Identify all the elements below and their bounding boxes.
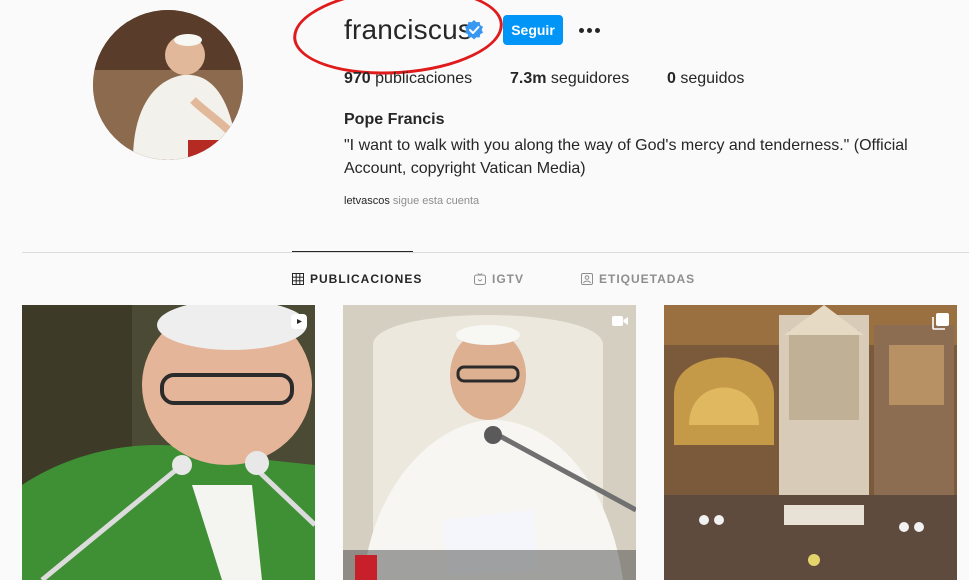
tagged-icon (581, 273, 593, 285)
more-options-icon[interactable] (574, 15, 604, 45)
tabs-divider (22, 252, 969, 253)
post-tile[interactable] (343, 305, 636, 580)
post-image (343, 305, 636, 580)
tab-igtv[interactable]: IGTV (474, 272, 524, 286)
following-stat[interactable]: 0 seguidos (667, 70, 744, 88)
followed-by-user: letvascos (344, 195, 390, 207)
tab-etiquetadas-label: ETIQUETADAS (599, 272, 696, 286)
profile-avatar[interactable] (93, 10, 243, 160)
tab-igtv-label: IGTV (492, 272, 525, 286)
tab-publicaciones[interactable]: PUBLICACIONES (292, 272, 422, 286)
posts-count: 970 (344, 70, 371, 87)
video-icon (612, 316, 628, 326)
followers-stat[interactable]: 7.3m seguidores (510, 70, 629, 88)
followers-count: 7.3m (510, 70, 547, 87)
carousel-icon (932, 313, 949, 330)
avatar-image (93, 10, 243, 160)
post-image (22, 305, 315, 580)
tab-publicaciones-label: PUBLICACIONES (310, 272, 423, 286)
follow-button[interactable]: Seguir (503, 15, 563, 45)
post-tile[interactable] (664, 305, 957, 580)
grid-icon (292, 273, 304, 285)
posts-label: publicaciones (375, 70, 473, 87)
profile-bio: "I want to walk with you along the way o… (344, 137, 908, 177)
followed-by[interactable]: letvascos sigue esta cuenta (344, 195, 479, 207)
post-tile[interactable] (22, 305, 315, 580)
reel-icon (291, 314, 307, 329)
tab-etiquetadas[interactable]: ETIQUETADAS (581, 272, 695, 286)
igtv-icon (474, 273, 486, 285)
profile-full-name: Pope Francis (344, 111, 445, 128)
followers-label: seguidores (550, 70, 630, 87)
active-tab-indicator (292, 251, 413, 252)
posts-stat[interactable]: 970 publicaciones (344, 70, 472, 88)
following-count: 0 (667, 70, 676, 87)
following-label: seguidos (680, 70, 745, 87)
post-image (664, 305, 957, 580)
followed-by-text: sigue esta cuenta (392, 195, 480, 207)
